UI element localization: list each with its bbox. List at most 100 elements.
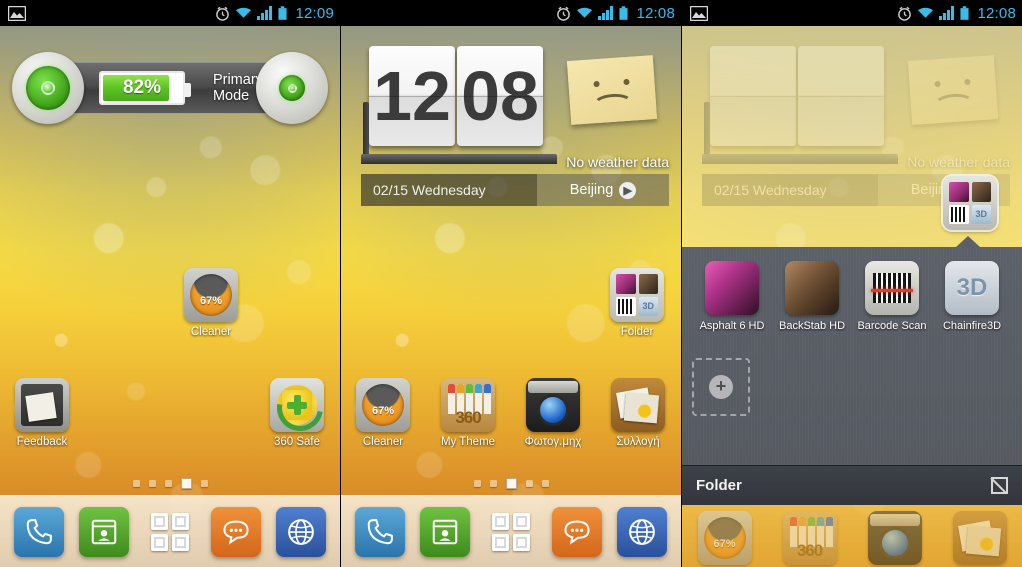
dimmed-app-row: 67% 360	[682, 505, 1022, 567]
page-indicator[interactable]	[0, 478, 340, 489]
page-dot[interactable]	[541, 480, 549, 487]
app-360-safe[interactable]: 360 Safe	[258, 378, 336, 448]
folder-icon-item-selected[interactable]: 3D	[931, 176, 1009, 230]
dock-contacts-button[interactable]	[420, 506, 471, 557]
app-label: 360 Safe	[273, 436, 321, 448]
panel-home-screen-clock: 12:08 12 08 No weather data 02/15 Wednes…	[341, 0, 681, 567]
folder-app-grid: Asphalt 6 HD BackStab HD Barcode Scan 3D…	[682, 247, 1022, 465]
folder-icon-item[interactable]: 3D Folder	[598, 268, 676, 338]
battery-power-button[interactable]	[12, 52, 84, 124]
battery-mode-widget[interactable]: 82% Primary Mode	[12, 52, 328, 124]
folder-mini-barcode	[949, 204, 969, 224]
weather-status-label: No weather data	[566, 154, 669, 170]
folder-app-barcode-scanner[interactable]: Barcode Scan	[852, 261, 932, 356]
camera-lens-glyph	[881, 530, 908, 556]
folder-app-backstab-hd[interactable]: BackStab HD	[772, 261, 852, 356]
app-gallery[interactable]: Συλλογή	[599, 378, 677, 448]
clock-base	[361, 154, 557, 164]
battery-terminal	[183, 83, 191, 97]
page-dot[interactable]	[489, 480, 497, 487]
clock-minutes: 08	[457, 46, 543, 146]
page-dot-active[interactable]	[505, 478, 517, 489]
page-dot-active[interactable]	[180, 478, 192, 489]
screenshot-root: 12:09 82% Primary Mode 67% Cleaner Feedb…	[0, 0, 1022, 567]
status-bar-notifications[interactable]	[8, 5, 215, 21]
page-dot[interactable]	[525, 480, 533, 487]
status-bar-icons: 12:08	[897, 5, 1016, 22]
page-dot[interactable]	[132, 480, 140, 487]
flip-clock[interactable]: 12 08	[369, 46, 543, 146]
dock-browser-button[interactable]	[276, 506, 327, 557]
shield-ball-glyph	[270, 378, 324, 432]
folder-app-chainfire3d[interactable]: 3D Chainfire3D	[932, 261, 1012, 356]
cleaner-percent-label: 67%	[713, 538, 736, 550]
note-frown	[933, 92, 975, 116]
clock-date-label[interactable]: 02/15 Wednesday	[361, 174, 537, 206]
dock-messaging-button[interactable]	[551, 506, 602, 557]
status-bar[interactable]: 12:08	[341, 0, 681, 26]
theme-badge-label: 360	[796, 541, 823, 560]
folder-icon: 3D	[610, 268, 664, 322]
clock-minutes	[798, 46, 884, 146]
app-label: My Theme	[440, 436, 496, 448]
settings-core-icon	[287, 83, 297, 93]
dock-app-drawer-button[interactable]	[486, 507, 536, 557]
phone-icon	[26, 518, 52, 544]
plus-icon: +	[709, 375, 733, 399]
dock-bar	[0, 495, 340, 567]
dock-contacts-button[interactable]	[79, 506, 130, 557]
dock-phone-button[interactable]	[354, 506, 405, 557]
my-theme-icon-dimmed: 360	[782, 511, 837, 565]
app-my-theme[interactable]: 360 My Theme	[429, 378, 507, 448]
folder-app-asphalt-6-hd[interactable]: Asphalt 6 HD	[692, 261, 772, 356]
status-bar-notifications[interactable]	[690, 5, 897, 21]
clock-weather-widget[interactable]: 12 08 No weather data 02/15 Wednesday Be…	[351, 36, 673, 208]
weather-city-button[interactable]: Beijing ▶	[537, 174, 669, 206]
status-bar[interactable]: 12:08	[682, 0, 1022, 26]
status-bar-clock: 12:08	[977, 4, 1016, 22]
page-dot[interactable]	[473, 480, 481, 487]
page-dot[interactable]	[148, 480, 156, 487]
battery-gauge: 82%	[99, 71, 191, 105]
app-camera[interactable]: Φωτογ.μηχ	[514, 378, 592, 448]
page-dot[interactable]	[164, 480, 172, 487]
status-bar[interactable]: 12:09	[0, 0, 340, 26]
app-cleaner[interactable]: 67% Cleaner	[344, 378, 422, 448]
folder-add-app-slot[interactable]: +	[692, 356, 772, 451]
page-dot[interactable]	[200, 480, 208, 487]
weather-city-label: Beijing	[569, 182, 614, 198]
alarm-icon	[216, 6, 230, 21]
grid-square	[150, 533, 168, 551]
camera-icon-dimmed	[867, 511, 922, 565]
battery-icon	[960, 5, 970, 20]
app-feedback[interactable]: Feedback	[3, 378, 81, 448]
battery-settings-button[interactable]	[256, 52, 328, 124]
cleaner-widget[interactable]: 67% Cleaner	[172, 268, 250, 338]
folder-mini-asphalt	[949, 182, 969, 202]
gallery-icon	[611, 378, 665, 432]
theme-badge-label: 360	[455, 408, 481, 427]
battery-percent-label: 82%	[122, 77, 161, 98]
status-bar-icons: 12:09	[215, 5, 334, 22]
dock-browser-button[interactable]	[617, 506, 668, 557]
grid-square	[512, 512, 530, 530]
folder-title[interactable]: Folder	[696, 477, 742, 494]
cleaner-icon: 67%	[356, 378, 410, 432]
clock-date-label: 02/15 Wednesday	[702, 174, 878, 206]
dock-app-drawer-button[interactable]	[145, 507, 195, 557]
add-slot-border: +	[692, 358, 750, 416]
note-eye	[593, 80, 600, 88]
page-indicator[interactable]	[341, 478, 681, 489]
dock-phone-button[interactable]	[13, 506, 64, 557]
grid-square	[491, 533, 509, 551]
rename-icon[interactable]	[991, 477, 1008, 494]
camera-lens-glyph	[540, 397, 566, 423]
app-drawer-icon	[150, 512, 189, 551]
asphalt-6-hd-icon	[705, 261, 759, 315]
chevron-right-icon: ▶	[619, 181, 637, 199]
power-core-icon	[41, 81, 55, 95]
dock-messaging-button[interactable]	[210, 506, 261, 557]
backstab-hd-icon	[785, 261, 839, 315]
power-ring-icon	[26, 66, 70, 110]
clock-base	[702, 154, 898, 164]
